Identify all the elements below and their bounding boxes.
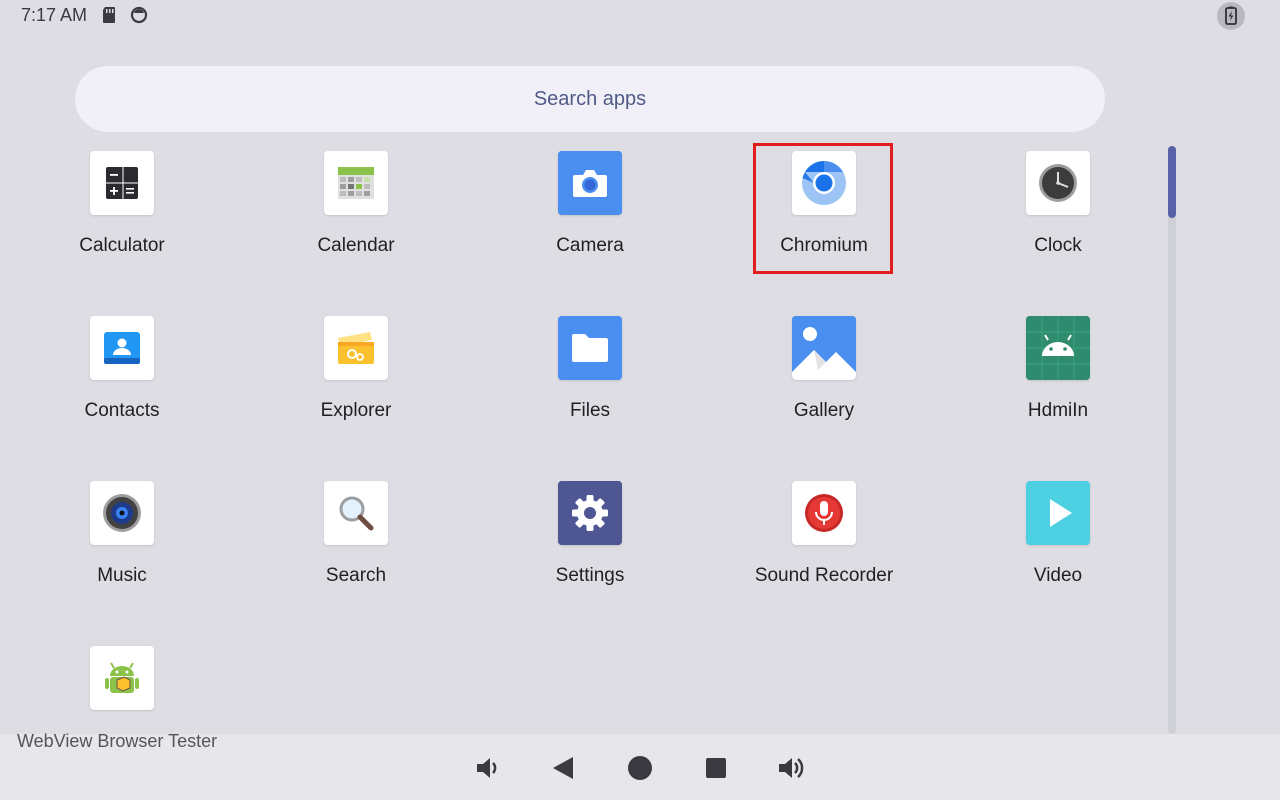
sd-card-icon [101, 6, 117, 24]
app-music[interactable]: Music [22, 481, 222, 621]
search-placeholder: Search apps [533, 87, 647, 110]
recents-icon[interactable] [700, 752, 732, 784]
app-video[interactable]: Video [958, 481, 1158, 621]
app-clock[interactable]: Clock [958, 151, 1158, 291]
home-icon[interactable] [624, 752, 656, 784]
app-label: Sound Recorder [754, 565, 894, 586]
sound-recorder-icon [792, 481, 856, 545]
app-label-webview-browser-tester[interactable]: WebView Browser Tester [17, 731, 217, 752]
app-label: Video [1033, 565, 1083, 586]
app-label: Contacts [84, 400, 160, 421]
app-label: Camera [556, 235, 624, 256]
android-icon [1026, 316, 1090, 380]
battery-icon [1216, 1, 1246, 31]
app-search[interactable]: Search [256, 481, 456, 621]
app-label: Calculator [79, 235, 165, 256]
volume-up-icon[interactable] [776, 752, 808, 784]
app-camera[interactable]: Camera [490, 151, 690, 291]
webview-tester-icon [90, 646, 154, 710]
status-bar: 7:17 AM [0, 0, 1280, 32]
app-contacts[interactable]: Contacts [22, 316, 222, 456]
search-icon [324, 481, 388, 545]
app-explorer[interactable]: Explorer [256, 316, 456, 456]
contacts-icon [90, 316, 154, 380]
app-label: Clock [1034, 235, 1082, 256]
highlight-box [753, 143, 893, 274]
volume-down-icon[interactable] [472, 752, 504, 784]
app-files[interactable]: Files [490, 316, 690, 456]
clock-icon [1026, 151, 1090, 215]
sync-icon [130, 6, 148, 24]
app-label: HdmiIn [1027, 400, 1089, 421]
app-label: Music [97, 565, 147, 586]
video-icon [1026, 481, 1090, 545]
settings-icon [558, 481, 622, 545]
app-label: Files [569, 400, 611, 421]
files-icon [558, 316, 622, 380]
app-settings[interactable]: Settings [490, 481, 690, 621]
app-gallery[interactable]: Gallery [724, 316, 924, 456]
camera-icon [558, 151, 622, 215]
app-label: Gallery [793, 400, 855, 421]
calendar-icon [324, 151, 388, 215]
explorer-icon [324, 316, 388, 380]
app-label: Explorer [320, 400, 392, 421]
app-hdmiin[interactable]: HdmiIn [958, 316, 1158, 456]
scrollbar-thumb[interactable] [1168, 146, 1176, 218]
search-apps-bar[interactable]: Search apps [75, 66, 1105, 132]
gallery-icon [792, 316, 856, 380]
status-time: 7:17 AM [21, 5, 88, 25]
app-calculator[interactable]: Calculator [22, 151, 222, 291]
app-label: Calendar [317, 235, 395, 256]
app-label: Settings [555, 565, 625, 586]
app-label: Search [325, 565, 387, 586]
app-calendar[interactable]: Calendar [256, 151, 456, 291]
app-sound-recorder[interactable]: Sound Recorder [724, 481, 924, 621]
music-icon [90, 481, 154, 545]
scrollbar[interactable] [1168, 146, 1176, 734]
back-icon[interactable] [548, 752, 580, 784]
calculator-icon [90, 151, 154, 215]
